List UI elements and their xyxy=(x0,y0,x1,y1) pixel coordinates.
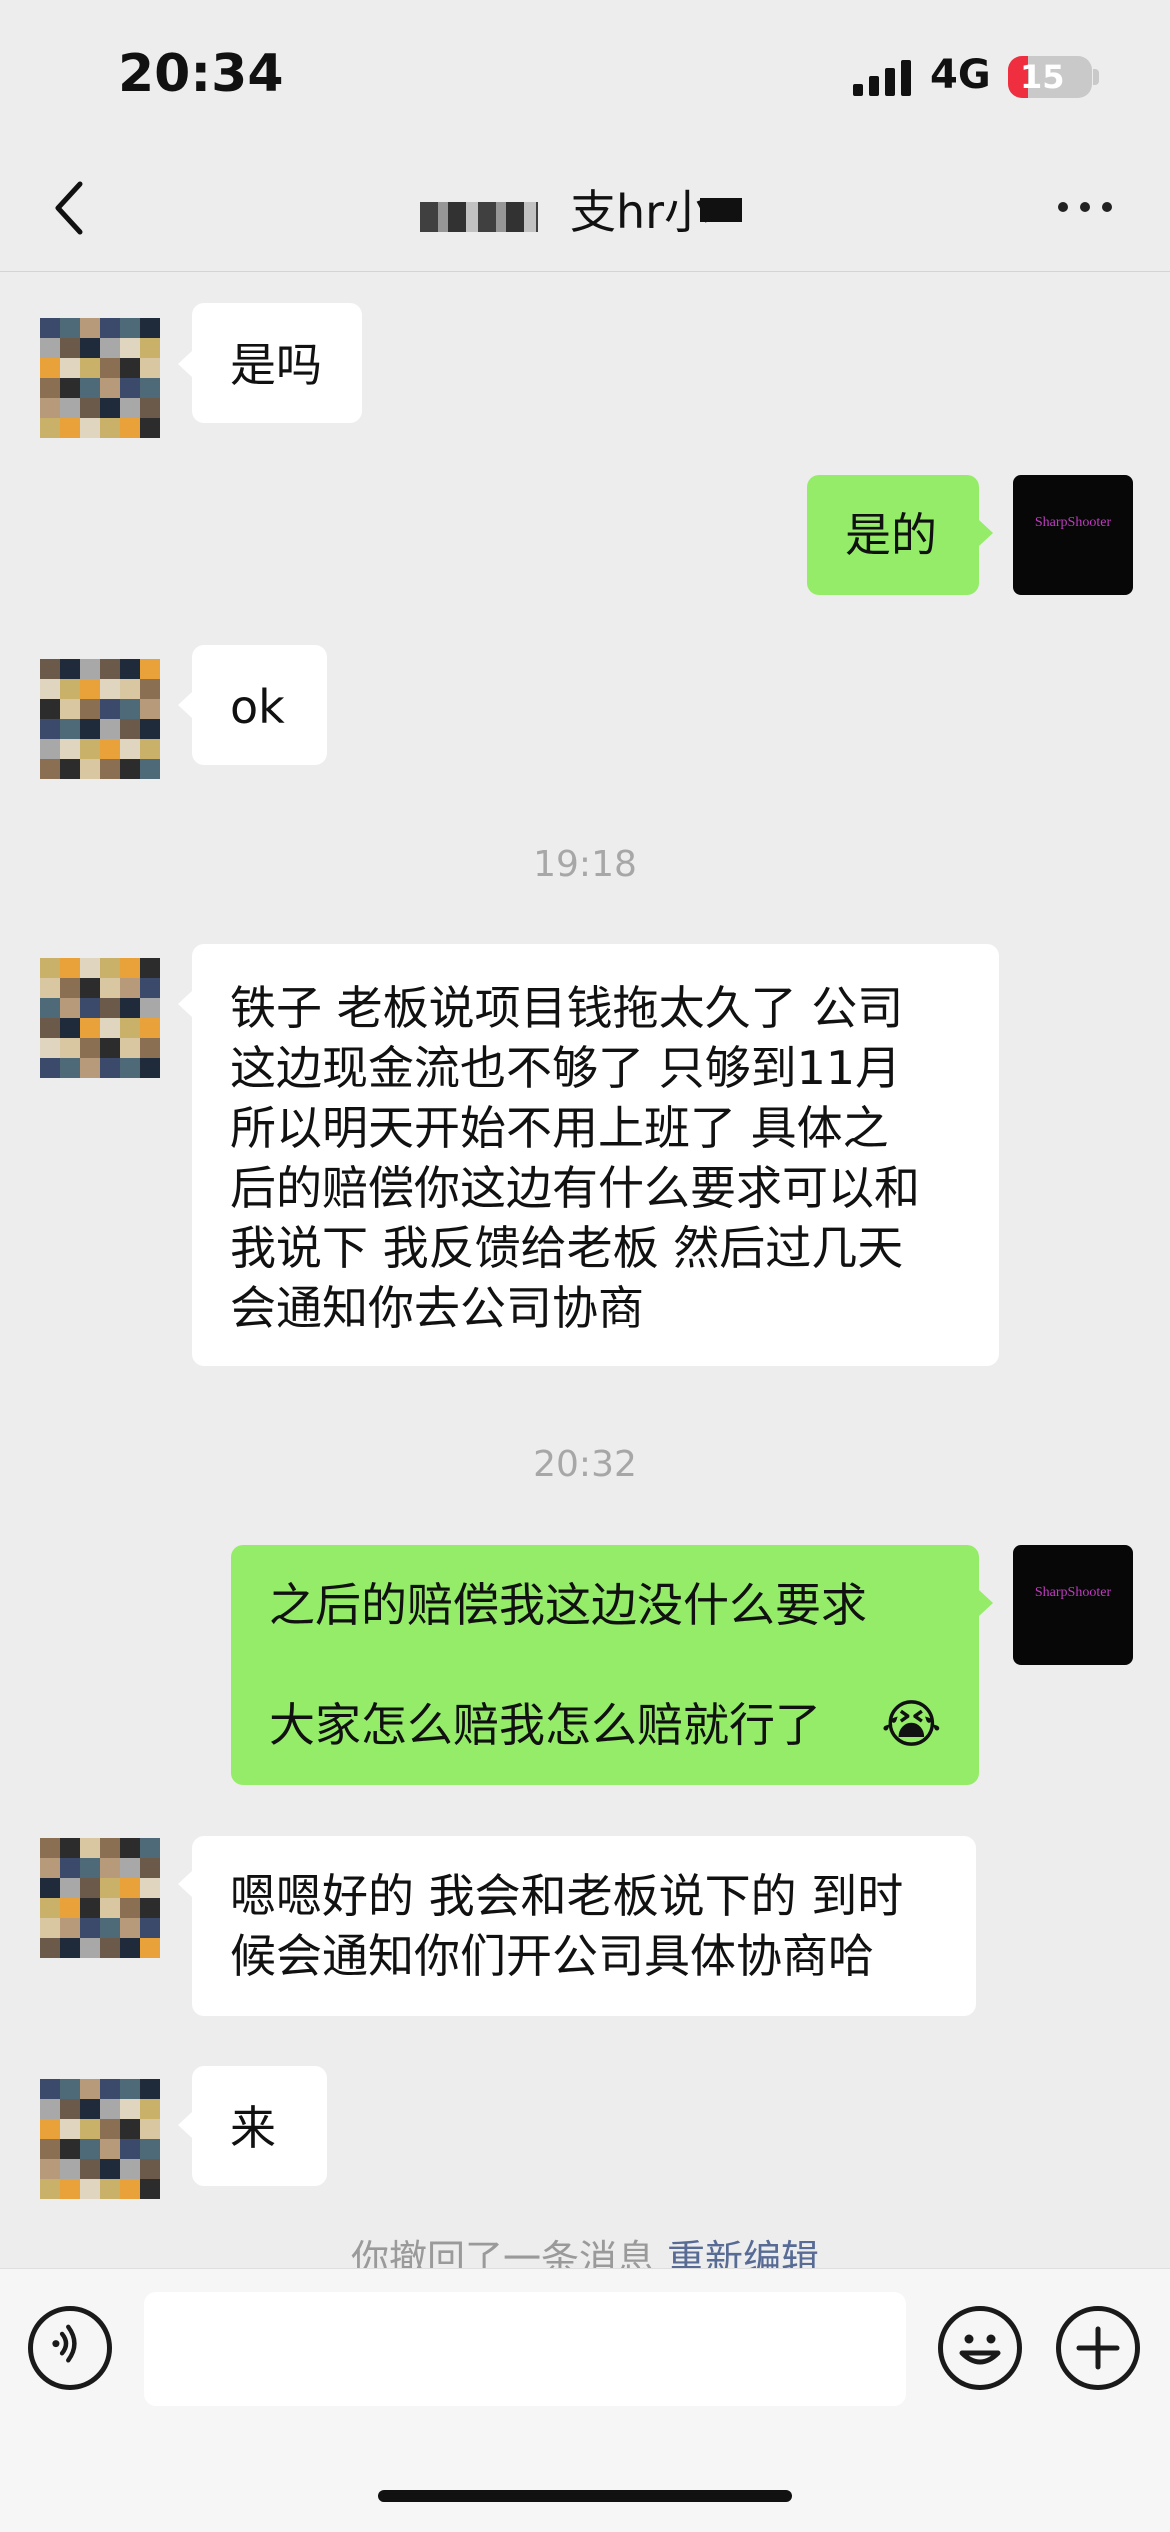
bubble-tail xyxy=(979,520,993,546)
emoji-icon[interactable] xyxy=(938,2306,1022,2390)
contact-avatar[interactable] xyxy=(40,659,160,779)
message-line: 后的赔偿你这边有什么要求可以和 xyxy=(230,1161,920,1215)
bubble-tail xyxy=(178,991,192,1017)
avatar-label: SharpShooter xyxy=(1034,515,1112,530)
bubble-tail xyxy=(178,1871,192,1897)
crying-emoji-icon: 😭 xyxy=(881,1695,942,1755)
status-time: 20:34 xyxy=(118,44,284,104)
outgoing-message[interactable]: 之后的赔偿我这边没什么要求 大家怎么赔我怎么赔就行了 😭 xyxy=(231,1545,979,1785)
my-avatar[interactable]: SharpShooter xyxy=(1013,475,1133,595)
battery-icon: 15 xyxy=(1008,56,1092,98)
redacted-name-block xyxy=(700,198,742,222)
message-line: 嗯嗯好的 我会和老板说下的 到时 xyxy=(230,1869,904,1923)
bubble-tail xyxy=(178,2112,192,2138)
incoming-message[interactable]: 来 xyxy=(192,2066,327,2186)
bubble-tail xyxy=(979,1590,993,1616)
timestamp: 19:18 xyxy=(533,844,637,885)
voice-icon[interactable] xyxy=(28,2306,112,2390)
redacted-name-block xyxy=(420,202,538,232)
message-line: 铁子 老板说项目钱拖太久了 公司 xyxy=(230,981,904,1035)
avatar-label: SharpShooter xyxy=(1034,1585,1112,1600)
chat-title: 支hr小 xyxy=(420,170,750,240)
bubble-tail xyxy=(178,351,192,377)
message-line: 会通知你去公司协商 xyxy=(230,1281,644,1335)
incoming-message[interactable]: 铁子 老板说项目钱拖太久了 公司 这边现金流也不够了 只够到11月 所以明天开始… xyxy=(192,944,999,1366)
battery-level: 15 xyxy=(1020,58,1065,96)
message-line: 所以明天开始不用上班了 具体之 xyxy=(230,1101,889,1155)
incoming-message[interactable]: 嗯嗯好的 我会和老板说下的 到时 候会通知你们开公司具体协商哈 xyxy=(192,1836,976,2016)
outgoing-message[interactable]: 是的 xyxy=(807,475,979,595)
incoming-message[interactable]: 是吗 xyxy=(192,303,362,423)
message-line: 我说下 我反馈给老板 然后过几天 xyxy=(230,1221,904,1275)
timestamp: 20:32 xyxy=(533,1444,637,1485)
battery-cap xyxy=(1093,69,1099,85)
chat-title-text: 支hr小 xyxy=(570,185,711,239)
message-line: 大家怎么赔我怎么赔就行了 xyxy=(269,1698,821,1752)
message-line: 这边现金流也不够了 只够到11月 xyxy=(230,1041,902,1095)
my-avatar[interactable]: SharpShooter xyxy=(1013,1545,1133,1665)
contact-avatar[interactable] xyxy=(40,318,160,438)
message-line: 之后的赔偿我这边没什么要求 xyxy=(269,1578,867,1632)
message-line: 候会通知你们开公司具体协商哈 xyxy=(230,1929,874,1983)
contact-avatar[interactable] xyxy=(40,2079,160,2199)
more-dots-icon[interactable] xyxy=(1058,196,1114,216)
network-type: 4G xyxy=(930,52,991,98)
message-input[interactable] xyxy=(144,2292,906,2406)
contact-avatar[interactable] xyxy=(40,1838,160,1958)
signal-strength-icon xyxy=(853,60,911,96)
contact-avatar[interactable] xyxy=(40,958,160,1078)
incoming-message[interactable]: ok xyxy=(192,645,327,765)
plus-icon[interactable] xyxy=(1056,2306,1140,2390)
home-indicator xyxy=(378,2490,792,2502)
bubble-tail xyxy=(178,692,192,718)
chevron-left-icon[interactable] xyxy=(50,178,90,238)
